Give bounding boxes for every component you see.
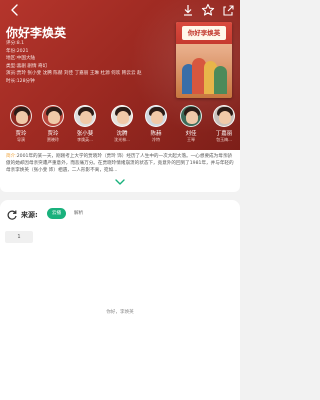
source-chip-cloud[interactable]: 云播 [47,208,66,219]
cast-role: 导演 [17,137,25,142]
synopsis-label: 简介: [6,154,17,159]
footer-text: 你好，李焕英 [106,310,134,315]
cast-item[interactable]: 贾玲 导演 [7,105,35,143]
cast-name: 贾玲 [15,131,27,137]
movie-title: 你好李焕英 [6,26,67,40]
cast-name: 刘佳 [185,131,197,137]
avatar [145,105,167,127]
synopsis-body: 2001年的某一天，刚刚考上大学的贾晓玲（贾玲 饰）经历了人生中的一次大起大落。… [6,154,234,173]
avatar [74,105,96,127]
source-label: 来源: [21,211,38,219]
info-actors: 演员:贾玲 张小斐 沈腾 陈赫 刘佳 丁嘉丽 王琳 杜源 何欢 韩云云 赵 [6,71,142,77]
download-icon [184,5,192,16]
cast-item[interactable]: 贾玲 贾晓玲 [39,105,67,143]
info-genre: 类型:喜剧 剧情 奇幻 [6,63,48,69]
cast-list: 贾玲 导演 贾玲 贾晓玲 张小斐 李焕英... 沈腾 沈光林... 陈赫 冷特 … [0,105,240,150]
cast-item[interactable]: 刘佳 王琴 [177,105,205,143]
cast-item[interactable]: 沈腾 沈光林... [108,105,136,143]
episode-button[interactable]: 1 [5,231,33,243]
avatar [42,105,64,127]
info-year: 年份:2021 [6,48,29,54]
poster-figures [180,50,228,94]
info-region: 地区:中国大陆 [6,56,36,62]
cast-item[interactable]: 丁嘉丽 包玉梅... [210,105,238,143]
share-button[interactable] [221,3,235,17]
back-icon [11,4,18,16]
movie-poster[interactable]: 你好李焕英 [176,22,232,98]
cast-name: 丁嘉丽 [215,131,233,137]
cast-role: 王琴 [187,137,195,142]
cast-role: 冷特 [152,137,160,142]
cast-name: 沈腾 [116,131,128,137]
download-button[interactable] [181,3,195,17]
cast-role: 沈光林... [114,137,130,142]
chevron-down-icon[interactable] [114,178,126,186]
star-icon [201,3,215,16]
favorite-button[interactable] [201,3,215,17]
back-button[interactable] [8,3,22,17]
movie-info: 评分:8.1 年份:2021 地区:中国大陆 类型:喜剧 剧情 奇幻 演员:贾玲… [6,40,166,86]
synopsis-panel: 简介:2001年的某一天，刚刚考上大学的贾晓玲（贾玲 饰）经历了人生中的一次大起… [0,150,240,192]
top-bar [0,0,240,20]
poster-title: 你好李焕英 [182,26,226,40]
cast-role: 贾晓玲 [47,137,59,142]
parse-link[interactable]: 解析 [74,210,83,216]
synopsis-text: 简介:2001年的某一天，刚刚考上大学的贾晓玲（贾玲 饰）经历了人生中的一次大起… [6,153,234,174]
share-icon [223,5,234,16]
cast-item[interactable]: 陈赫 冷特 [142,105,170,143]
avatar [213,105,235,127]
avatar [111,105,133,127]
refresh-icon[interactable] [6,209,18,221]
cast-item[interactable]: 张小斐 李焕英... [71,105,99,143]
avatar [180,105,202,127]
info-rating: 评分:8.1 [6,41,25,46]
source-card: 来源: 云播 解析 1 你好，李焕英 [0,200,240,400]
cast-name: 贾玲 [47,131,59,137]
cast-role: 包玉梅... [216,137,232,142]
cast-name: 张小斐 [76,131,94,137]
cast-name: 陈赫 [150,131,162,137]
info-duration: 时长:128分钟 [6,78,35,84]
cast-role: 李焕英... [77,137,93,142]
avatar [10,105,32,127]
